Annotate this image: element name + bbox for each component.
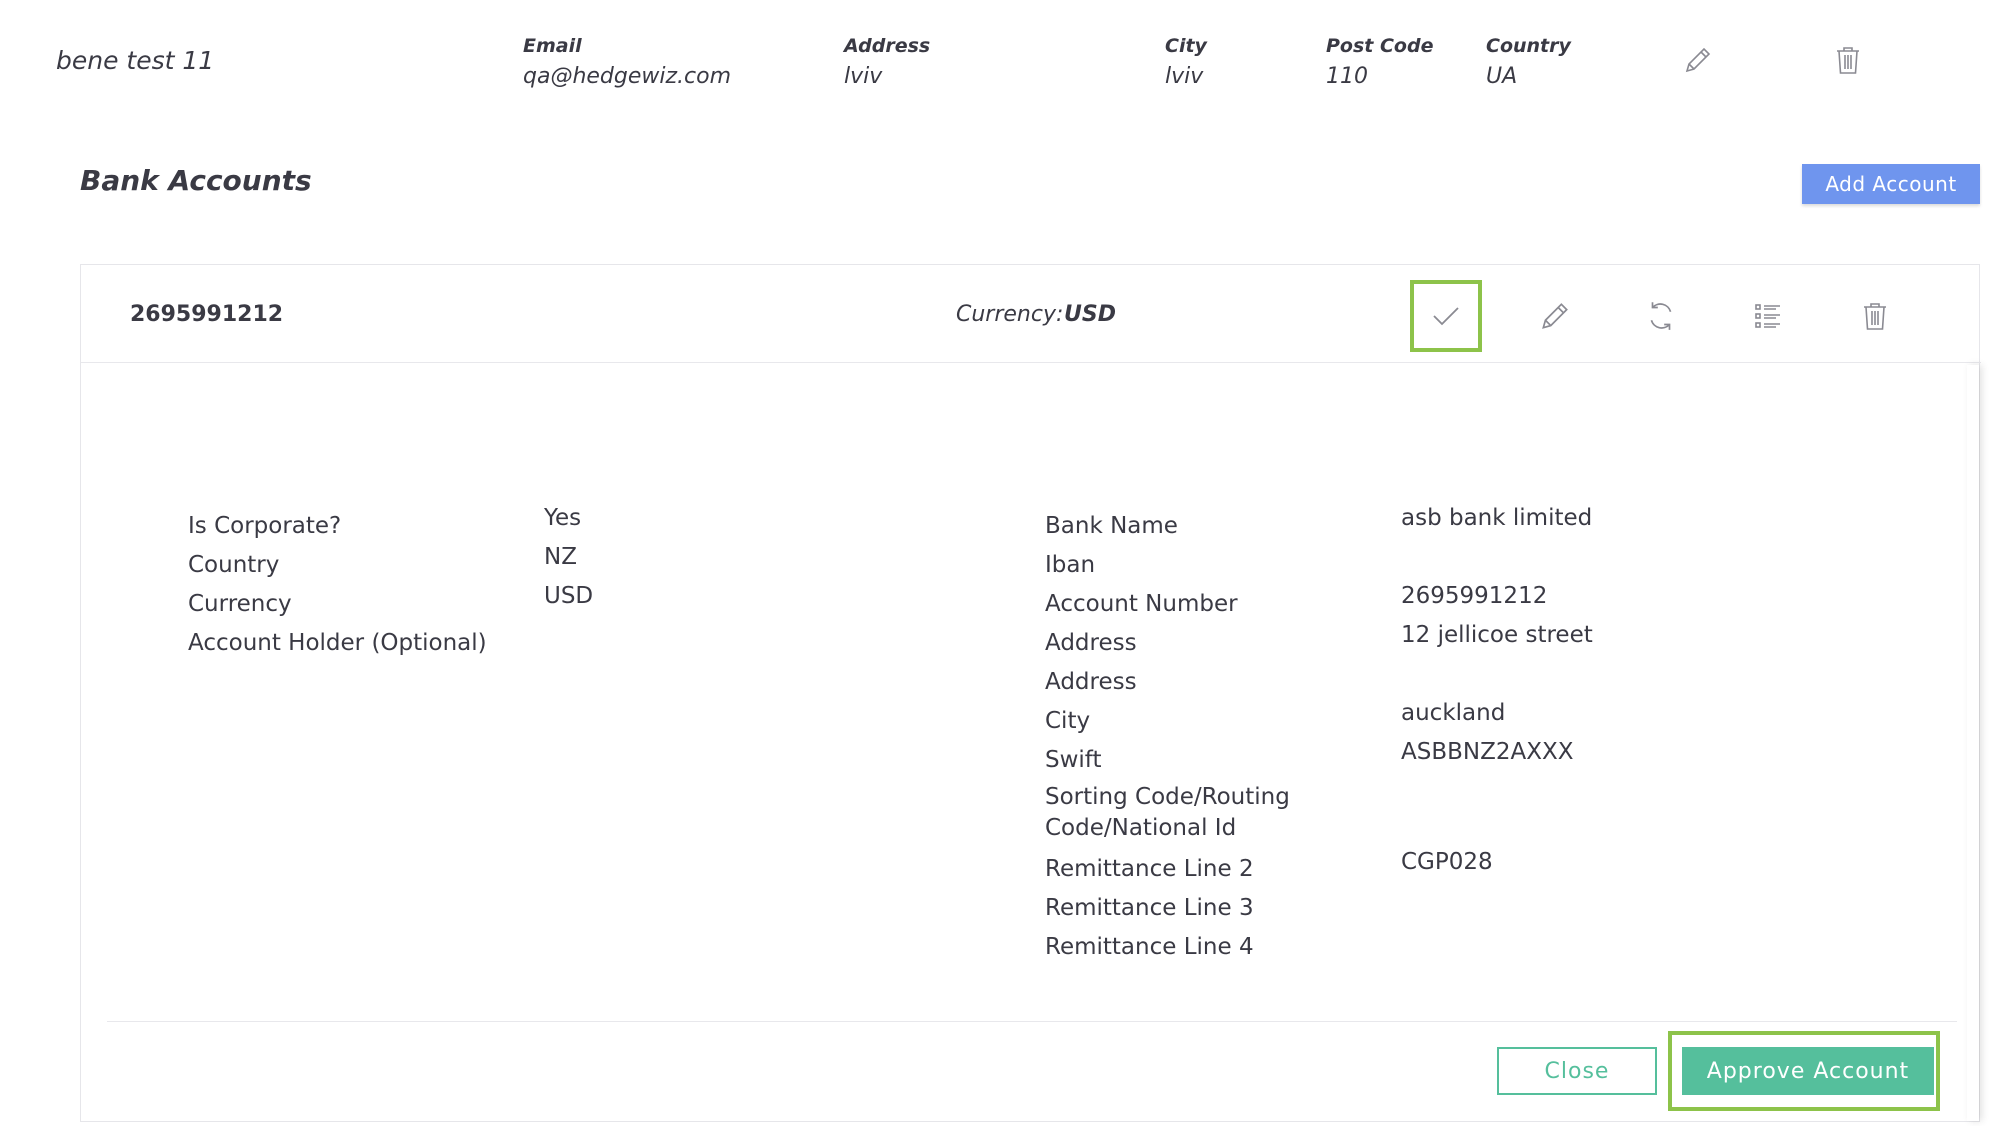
trash-icon [1864, 303, 1886, 330]
detail-value: auckland [1401, 700, 1506, 726]
detail-label: Country [188, 552, 280, 578]
detail-label: Sorting Code/Routing Code/National Id [1045, 784, 1290, 841]
detail-label: City [1045, 708, 1091, 734]
account-card: 2695991212 Currency: USD Is Corporate? C… [80, 264, 1981, 1122]
account-header: 2695991212 Currency: USD [81, 265, 1981, 363]
pencil-icon [1542, 303, 1568, 329]
pencil-icon [1685, 47, 1711, 73]
beneficiary-row: bene test 11 Email qa@hedgewiz.com Addre… [0, 0, 1998, 120]
beneficiary-address: Address lviv [844, 34, 930, 91]
footer-divider [107, 1021, 1957, 1022]
account-details-list-button[interactable] [1743, 291, 1793, 341]
currency-value: USD [1064, 302, 1116, 327]
detail-value: CGP028 [1401, 849, 1493, 875]
beneficiary-name: bene test 11 [56, 46, 215, 75]
detail-value: 2695991212 [1401, 583, 1548, 609]
trash-icon [1837, 47, 1859, 74]
add-account-button[interactable]: Add Account [1802, 164, 1980, 204]
close-button[interactable]: Close [1497, 1047, 1657, 1095]
detail-label: Bank Name [1045, 513, 1178, 539]
detail-value: 12 jellicoe street [1401, 622, 1593, 648]
detail-label: Address [1045, 630, 1137, 656]
detail-label: Address [1045, 669, 1137, 695]
detail-value: NZ [544, 544, 577, 570]
account-edit-button[interactable] [1530, 291, 1580, 341]
beneficiary-edit-button[interactable] [1676, 38, 1720, 82]
field-label: Email [523, 35, 582, 57]
list-icon [1755, 304, 1780, 328]
field-label: Post Code [1326, 35, 1434, 57]
field-value: qa@hedgewiz.com [523, 64, 732, 89]
field-label: Address [844, 35, 931, 57]
beneficiary-email: Email qa@hedgewiz.com [523, 34, 731, 91]
beneficiary-delete-button[interactable] [1826, 38, 1870, 82]
detail-value: asb bank limited [1401, 505, 1593, 531]
detail-label: Currency [188, 591, 292, 617]
check-icon [1433, 307, 1459, 326]
refresh-icon [1650, 302, 1672, 330]
detail-label: Remittance Line 4 [1045, 934, 1254, 960]
detail-value: ASBBNZ2AXXX [1401, 739, 1574, 765]
field-value: UA [1486, 64, 1518, 89]
detail-label: Iban [1045, 552, 1096, 578]
field-label: Country [1486, 35, 1571, 57]
details-panel-shadow [1967, 365, 1979, 1121]
field-value: 110 [1326, 64, 1368, 89]
field-value: lviv [844, 64, 883, 89]
detail-label: Is Corporate? [188, 513, 342, 539]
approve-account-button[interactable]: Approve Account [1682, 1047, 1934, 1095]
detail-label: Account Number [1045, 591, 1238, 617]
beneficiary-city: City lviv [1165, 34, 1207, 91]
account-approve-icon-button[interactable] [1410, 280, 1482, 352]
beneficiary-post-code: Post Code 110 [1326, 34, 1433, 91]
beneficiary-country: Country UA [1486, 34, 1571, 91]
field-value: lviv [1165, 64, 1204, 89]
field-label: City [1165, 35, 1207, 57]
detail-label: Remittance Line 3 [1045, 895, 1254, 921]
detail-label: Remittance Line 2 [1045, 856, 1254, 882]
detail-value: Yes [544, 505, 582, 531]
account-delete-button[interactable] [1850, 291, 1900, 341]
account-number: 2695991212 [130, 302, 284, 327]
currency-label: Currency: [956, 302, 1064, 327]
bank-accounts-title: Bank Accounts [80, 164, 312, 197]
detail-label: Account Holder (Optional) [188, 630, 487, 656]
detail-value: USD [544, 583, 594, 609]
detail-label: Swift [1045, 747, 1102, 773]
account-refresh-button[interactable] [1636, 291, 1686, 341]
